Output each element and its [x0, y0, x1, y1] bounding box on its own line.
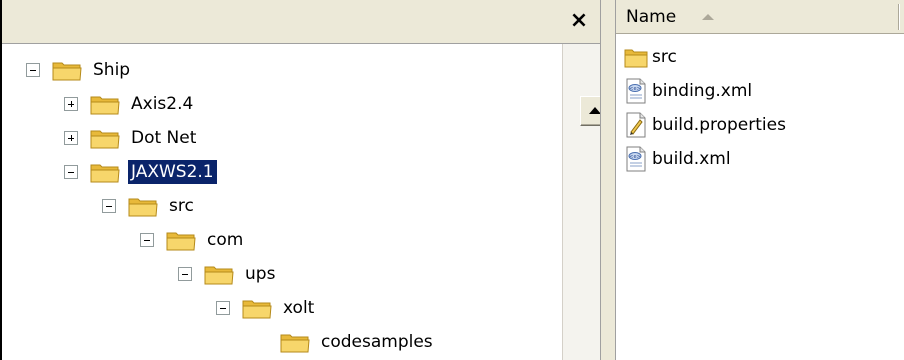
collapse-toggle[interactable] [26, 63, 40, 77]
folder-tree-pane: × Ship Axis2.4 Dot Net JAXWS2.1 src com … [0, 0, 610, 360]
properties-file-icon [626, 112, 646, 138]
folder-icon [90, 164, 120, 183]
pane-splitter[interactable] [600, 0, 616, 360]
tree-node-label: src [169, 196, 194, 216]
folder-icon [52, 62, 82, 81]
tree-node-label: codesamples [321, 332, 433, 352]
close-pane-button[interactable]: × [568, 10, 590, 32]
tree-node-label: com [207, 230, 244, 250]
tree-node-label: Dot Net [131, 128, 197, 148]
collapse-toggle[interactable] [216, 301, 230, 315]
tree-node-xolt[interactable]: xolt [216, 294, 317, 322]
folder-icon [90, 130, 120, 149]
tree-node-axis[interactable]: Axis2.4 [64, 90, 196, 118]
file-item-src[interactable]: src [624, 42, 677, 72]
svg-text:<e>: <e> [629, 154, 640, 160]
xml-file-icon: <e> [626, 78, 646, 104]
column-divider[interactable] [898, 4, 900, 30]
tree-node-codesamples[interactable]: codesamples [254, 328, 436, 356]
folder-icon [204, 266, 234, 285]
file-name: src [652, 47, 677, 67]
folder-icon [90, 96, 120, 115]
svg-text:<e>: <e> [629, 86, 640, 92]
tree-node-src[interactable]: src [102, 192, 197, 220]
file-name: build.properties [652, 115, 786, 135]
file-name: binding.xml [652, 81, 753, 101]
collapse-toggle[interactable] [140, 233, 154, 247]
file-item-build-xml[interactable]: <e> build.xml [624, 144, 731, 174]
tree-node-jaxws[interactable]: JAXWS2.1 [64, 158, 217, 186]
file-list-pane: Name src <e> binding.xml build.propertie… [616, 0, 904, 360]
tree-node-com[interactable]: com [140, 226, 246, 254]
file-item-binding-xml[interactable]: <e> binding.xml [624, 76, 752, 106]
vertical-scrollbar[interactable] [562, 44, 610, 360]
folder-icon [624, 49, 648, 68]
tree-node-ups[interactable]: ups [178, 260, 278, 288]
collapse-toggle[interactable] [64, 165, 78, 179]
folder-icon [128, 198, 158, 217]
tree-node-label: Ship [93, 60, 131, 80]
tree-node-label: Axis2.4 [131, 94, 194, 114]
sort-ascending-icon [702, 14, 714, 20]
tree-node-label: ups [245, 264, 276, 284]
tree-node-label: xolt [283, 298, 315, 318]
file-item-build-properties[interactable]: build.properties [624, 110, 786, 140]
tree-node-ship[interactable]: Ship [26, 56, 133, 84]
folder-icon [166, 232, 196, 251]
collapse-toggle[interactable] [178, 267, 192, 281]
tree-node-label-selected: JAXWS2.1 [128, 160, 217, 184]
file-name: build.xml [652, 149, 731, 169]
collapse-toggle[interactable] [102, 199, 116, 213]
folder-tree: Ship Axis2.4 Dot Net JAXWS2.1 src com up… [2, 44, 562, 360]
tree-node-dot-net[interactable]: Dot Net [64, 124, 199, 152]
folder-icon [242, 300, 272, 319]
folder-icon [280, 334, 310, 353]
expand-toggle[interactable] [64, 97, 78, 111]
column-header-label: Name [626, 7, 677, 27]
folder-pane-header: × [2, 0, 602, 44]
xml-file-icon: <e> [626, 146, 646, 172]
expand-toggle[interactable] [64, 131, 78, 145]
name-column-header[interactable]: Name [616, 0, 904, 34]
